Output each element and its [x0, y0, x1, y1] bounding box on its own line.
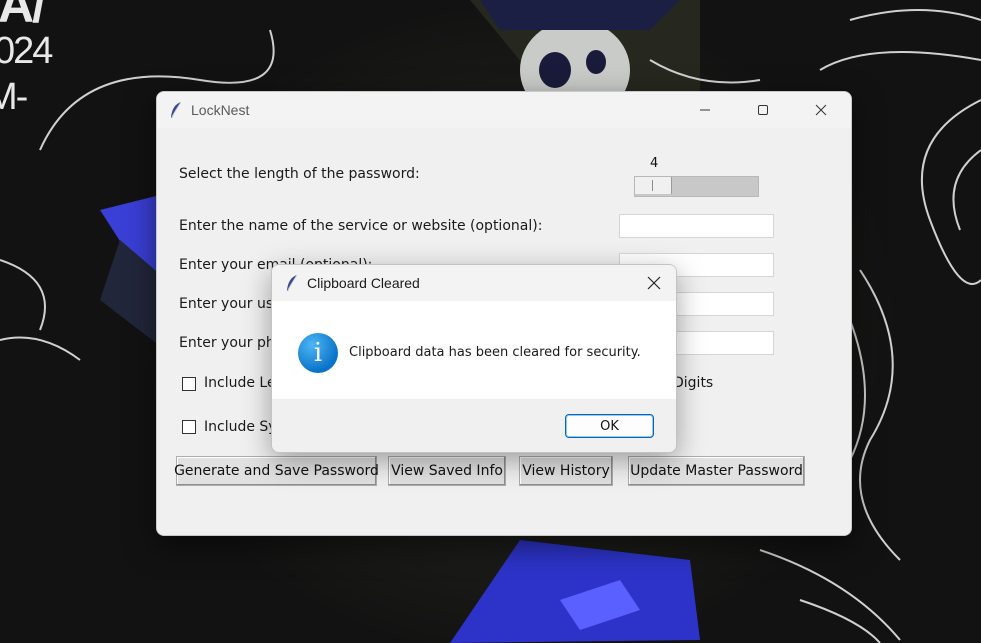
- service-input[interactable]: [619, 214, 774, 238]
- include-symbols-label: Include Sy: [204, 419, 277, 435]
- maximize-button[interactable]: [740, 92, 786, 128]
- username-label: Enter your use: [179, 296, 282, 312]
- slider-handle[interactable]: [635, 177, 672, 194]
- phone-label: Enter your pho: [179, 335, 284, 351]
- info-icon: i: [298, 333, 338, 373]
- view-history-button[interactable]: View History: [519, 456, 613, 486]
- wallpaper-text-1: A/: [0, 0, 46, 33]
- maximize-icon: [758, 105, 768, 115]
- include-symbols-checkbox[interactable]: [182, 420, 196, 434]
- wallpaper-text-3: M-: [0, 76, 28, 118]
- view-saved-info-button[interactable]: View Saved Info: [388, 456, 506, 486]
- password-length-label: Select the length of the password:: [179, 166, 420, 182]
- update-master-password-button[interactable]: Update Master Password: [628, 456, 805, 486]
- close-button[interactable]: [798, 92, 844, 128]
- dialog-close-button[interactable]: [632, 265, 676, 301]
- minimize-icon: [700, 109, 710, 111]
- dialog-message: Clipboard data has been cleared for secu…: [349, 345, 641, 360]
- window-title: LockNest: [191, 102, 250, 118]
- feather-icon: [171, 101, 182, 118]
- include-letters-label: Include Le: [204, 375, 276, 391]
- ok-button[interactable]: OK: [565, 414, 654, 438]
- generate-save-button[interactable]: Generate and Save Password: [174, 456, 379, 486]
- feather-icon: [287, 274, 298, 291]
- include-digits-label: Digits: [673, 375, 714, 391]
- clipboard-cleared-dialog: Clipboard Cleared i Clipboard data has b…: [271, 264, 677, 453]
- minimize-button[interactable]: [682, 92, 728, 128]
- wallpaper-text-2: 024: [0, 30, 53, 72]
- service-label: Enter the name of the service or website…: [179, 218, 543, 234]
- titlebar[interactable]: LockNest: [157, 92, 851, 128]
- dialog-title: Clipboard Cleared: [307, 275, 420, 291]
- close-icon: [647, 276, 661, 290]
- include-letters-checkbox[interactable]: [182, 377, 196, 391]
- close-icon: [815, 104, 827, 116]
- dialog-titlebar[interactable]: Clipboard Cleared: [272, 265, 676, 301]
- password-length-value: 4: [650, 156, 659, 171]
